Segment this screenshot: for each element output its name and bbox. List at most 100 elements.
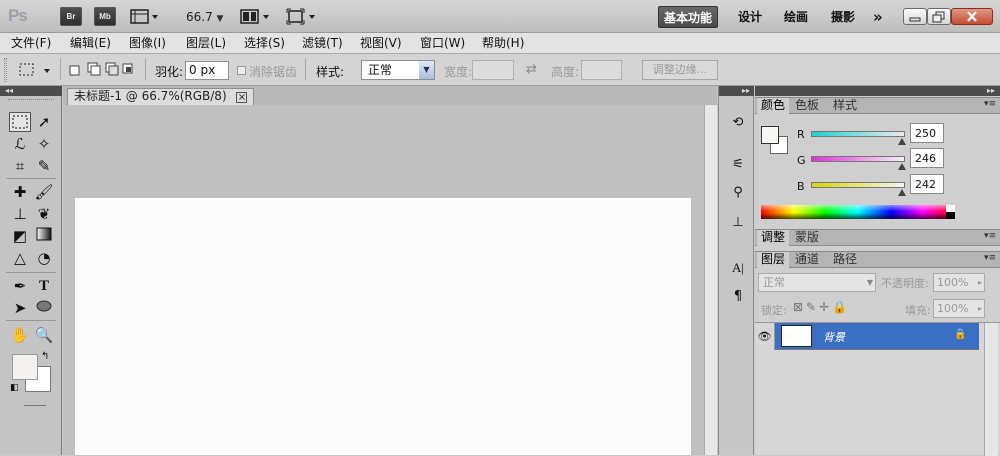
tab-color[interactable]: 颜色 [757,98,790,114]
blend-mode-select[interactable]: 正常 ▼ [758,273,876,292]
tool-preset-picker[interactable] [14,61,54,79]
panels-collapse-icon[interactable]: ▸▸ [755,86,1000,96]
brush-tool[interactable]: 🖌 [33,182,55,202]
refine-edge-button[interactable]: 调整边缘... [642,60,718,80]
panel-menu-icon[interactable]: ▾≡ [984,253,996,263]
history-panel-icon[interactable]: ⟲ [729,114,747,132]
opacity-input[interactable]: 100% ▸ [933,273,985,292]
channel-r-slider[interactable] [811,131,905,137]
history-brush-tool[interactable]: ❦ [33,204,55,224]
restore-button[interactable] [927,8,951,25]
dock-expand-icon[interactable]: ▸▸ [719,86,754,96]
clone-source-panel-icon[interactable]: ⊥ [729,214,747,232]
channel-g-thumb[interactable] [898,163,906,170]
width-input[interactable] [472,60,514,80]
ellipse-tool[interactable] [33,298,55,318]
tools-grip[interactable] [8,99,54,101]
channel-g-input[interactable]: 246 [910,148,944,168]
tab-paths[interactable]: 路径 [829,252,861,268]
style-select[interactable]: 正常 ▼ [361,60,435,80]
menu-view[interactable]: 视图(V) [360,35,402,52]
panel-menu-icon[interactable]: ▾≡ [984,99,996,109]
color-foreground-front[interactable] [761,126,779,144]
move-tool[interactable]: ➚ [33,112,55,132]
clone-stamp-tool[interactable]: ⊥ [9,204,31,224]
workspace-photography[interactable]: 摄影 [826,6,860,28]
height-input[interactable] [581,60,622,80]
path-selection-tool[interactable]: ➤ [9,298,31,318]
options-bar-grip[interactable] [4,58,7,82]
menu-filter[interactable]: 滤镜(T) [302,35,343,52]
menu-window[interactable]: 窗口(W) [420,35,465,52]
tab-swatches[interactable]: 色板 [791,98,823,114]
tab-layers[interactable]: 图层 [757,252,790,268]
close-window-button[interactable] [951,8,993,25]
layers-scrollbar[interactable] [984,323,998,456]
paragraph-panel-icon[interactable]: ¶ [729,288,747,306]
antialias-checkbox[interactable] [237,66,246,75]
minimize-button[interactable] [903,8,927,25]
ramp-black-swatch[interactable] [946,212,955,219]
launch-minibridge-button[interactable]: Mb [94,7,116,26]
arrange-documents-button[interactable] [240,8,272,25]
color-spectrum-ramp[interactable] [761,205,955,219]
vertical-scrollbar[interactable] [704,105,717,455]
channel-b-input[interactable]: 242 [910,174,944,194]
fill-input[interactable]: 100% ▸ [933,299,985,318]
tab-adjustments[interactable]: 调整 [757,230,790,246]
layer-name[interactable]: 背景 [823,329,845,345]
layer-row[interactable]: 👁 背景 🔒 [755,323,979,350]
gradient-tool[interactable] [33,226,55,246]
swap-colors-icon[interactable]: ↰ [41,351,49,362]
feather-input[interactable]: 0 px [185,61,229,80]
workspace-essentials[interactable]: 基本功能 [658,6,719,28]
zoom-level[interactable]: 66.7 ▼ [186,10,223,24]
tools-collapse-icon[interactable]: ◂◂ [0,86,62,96]
view-extras-button[interactable] [130,8,160,25]
dodge-tool[interactable]: ◔ [33,248,55,268]
lock-icons[interactable]: ⊠✎✛🔒 [793,300,850,314]
healing-brush-tool[interactable]: ✚ [9,182,31,202]
quick-selection-tool[interactable]: ✧ [33,134,55,154]
brush-presets-panel-icon[interactable]: ⚟ [729,156,747,174]
channel-b-thumb[interactable] [898,189,906,196]
tab-masks[interactable]: 蒙版 [791,230,823,246]
menu-help[interactable]: 帮助(H) [482,35,524,52]
workspace-design[interactable]: 设计 [733,6,767,28]
pen-tool[interactable]: ✒ [9,276,31,296]
channel-b-slider[interactable] [811,182,905,188]
more-workspaces-button[interactable]: » [868,6,888,28]
brush-panel-icon[interactable]: ⚲ [729,184,747,202]
menu-layer[interactable]: 图层(L) [186,35,226,52]
tab-channels[interactable]: 通道 [791,252,823,268]
document-canvas[interactable] [75,198,691,455]
foreground-swatch-front[interactable] [12,354,38,380]
screen-mode-button[interactable] [286,8,318,25]
crop-tool[interactable]: ⌗ [9,156,31,176]
default-colors-icon[interactable]: ◧ [10,383,19,393]
eye-icon[interactable]: 👁 [755,323,775,350]
swap-dimensions-icon[interactable]: ⇄ [526,62,537,77]
type-tool[interactable]: T [33,276,55,296]
menu-edit[interactable]: 编辑(E) [70,35,111,52]
eyedropper-tool[interactable]: ✎ [33,156,55,176]
workspace-painting[interactable]: 绘画 [779,6,813,28]
close-document-icon[interactable]: × [236,92,248,103]
character-panel-icon[interactable]: A| [729,259,747,277]
menu-select[interactable]: 选择(S) [244,35,285,52]
panel-menu-icon[interactable]: ▾≡ [984,231,996,241]
ramp-white-swatch[interactable] [946,205,955,212]
selection-mode-buttons[interactable] [68,62,138,78]
eraser-tool[interactable]: ◩ [9,226,31,246]
tab-styles[interactable]: 样式 [829,98,861,114]
hand-tool[interactable]: ✋ [9,325,31,345]
document-tab[interactable]: 未标题-1 @ 66.7%(RGB/8) × [67,88,255,105]
channel-g-slider[interactable] [811,156,905,162]
canvas-area[interactable] [63,105,704,455]
quick-mask-button[interactable] [24,405,46,406]
launch-bridge-button[interactable]: Br [60,7,82,26]
zoom-tool[interactable]: 🔍 [33,325,55,345]
rectangular-marquee-tool[interactable] [9,112,31,132]
lasso-tool[interactable]: ℒ [9,134,31,154]
blur-tool[interactable]: △ [9,248,31,268]
